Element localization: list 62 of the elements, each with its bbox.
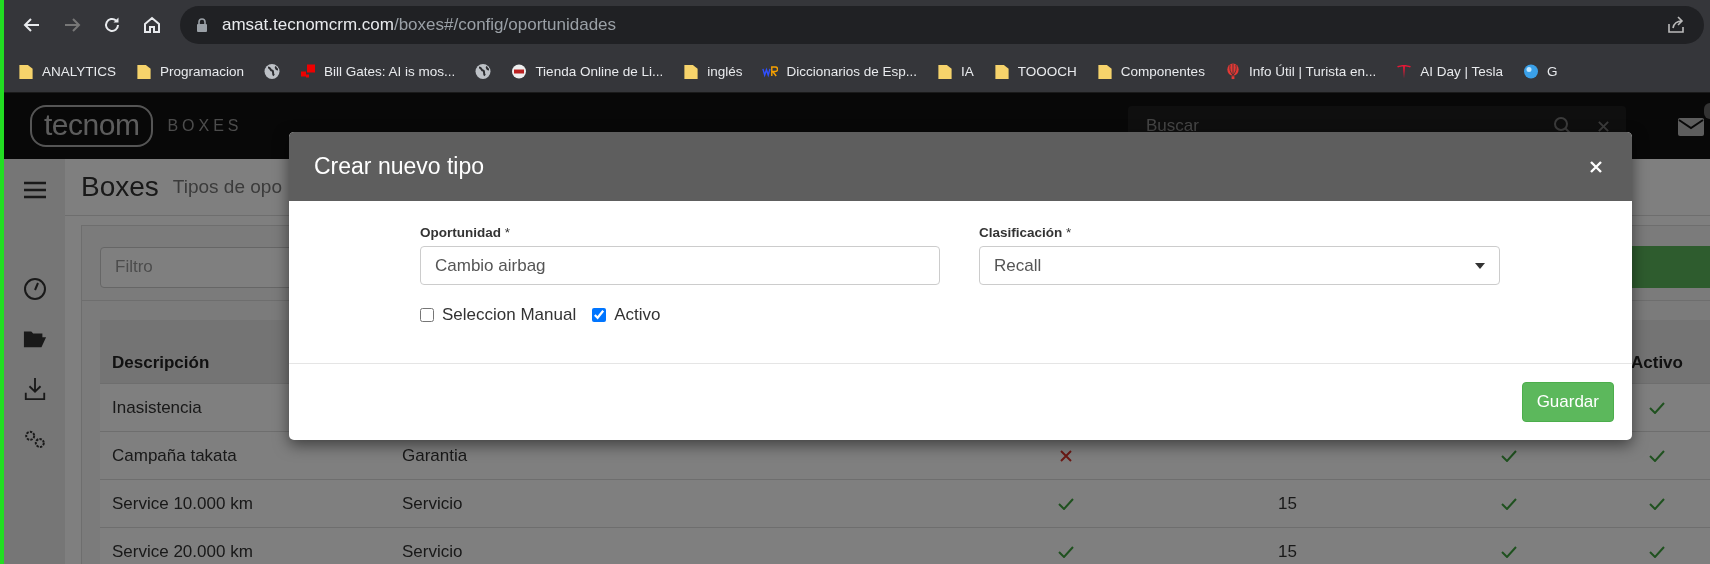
table-cell-text: Garantia [401, 445, 468, 466]
bookmark[interactable] [264, 62, 281, 80]
table-cell-text: Service 10.000 km [111, 493, 254, 514]
bookmark[interactable]: G [1523, 62, 1558, 80]
home-icon[interactable] [142, 15, 162, 35]
count-badge [1704, 103, 1710, 119]
bookmark[interactable]: Diccionarios de Esp... [762, 62, 918, 80]
table-cell-text: Servicio [401, 541, 463, 562]
checkbox-label: Seleccion Manual [442, 305, 577, 325]
page-subtitle: Tipos de opo [172, 176, 282, 198]
menu-icon[interactable] [23, 181, 46, 199]
mail-icon[interactable] [1678, 116, 1704, 136]
table-cell: 15 [1278, 493, 1297, 514]
dropdown[interactable]: Recall [979, 246, 1500, 285]
caret-icon [1475, 262, 1485, 269]
bookmark[interactable]: ANALYTICS [18, 62, 117, 80]
table-cell-text: Service 20.000 km [111, 541, 254, 562]
folder-icon [18, 62, 34, 80]
download-icon[interactable] [22, 377, 47, 401]
table-cell: 15 [1278, 541, 1297, 562]
gauge-icon[interactable] [22, 277, 47, 301]
share-icon[interactable] [1666, 15, 1686, 35]
bookmark[interactable]: Bill Gates: AI is mos... [300, 62, 456, 80]
bookmark[interactable]: Componentes [1096, 62, 1205, 80]
bookmark[interactable]: TOOOCH [993, 62, 1077, 80]
folder-icon [993, 62, 1010, 80]
text-field[interactable]: Cambio airbag [420, 246, 940, 285]
table-cell-text: Campaña takata [111, 445, 238, 466]
field-label: Clasificación* [979, 225, 1073, 240]
field-label: Oportunidad* [420, 225, 511, 240]
bookmark[interactable]: IA [937, 62, 974, 80]
folder-icon [136, 62, 153, 80]
close-icon[interactable] [1590, 160, 1602, 173]
bookmark[interactable]: Info Útil | Turista en... [1224, 62, 1377, 80]
bookmark[interactable]: inglés [683, 62, 743, 80]
bookmark[interactable]: Tienda Online de Li... [511, 62, 664, 80]
reload-icon[interactable] [102, 15, 122, 35]
orb-icon [1523, 62, 1539, 80]
checkbox-label: Activo [614, 305, 661, 325]
globe-icon [264, 62, 281, 80]
folder-icon [683, 62, 700, 80]
bookmark[interactable]: AI Day | Tesla [1396, 62, 1503, 80]
bookmark[interactable] [475, 62, 492, 80]
product-name: BOXES [167, 117, 243, 135]
column-header: Activo [1630, 353, 1684, 374]
lock-icon [196, 18, 208, 32]
table-cell-text: Inasistencia [111, 397, 203, 418]
round-logo-icon [511, 62, 528, 80]
page-title: Boxes [81, 171, 159, 203]
balloon-icon [1224, 62, 1241, 80]
dialog-title: Crear nuevo tipo [314, 153, 485, 180]
column-header: Descripción [111, 353, 211, 374]
globe-icon [475, 62, 492, 80]
bookmark[interactable]: Programacion [136, 62, 245, 80]
checkbox[interactable] [592, 308, 607, 322]
address-bar[interactable]: amsat.tecnomcrm.com/boxes#/config/oportunidades [180, 6, 1704, 44]
squares-icon [300, 62, 317, 80]
table-cell-text: Servicio [401, 493, 463, 514]
clear-icon[interactable] [1597, 119, 1610, 133]
folder-icon [1096, 62, 1113, 80]
checkbox[interactable] [420, 308, 434, 322]
folder-icon [937, 62, 954, 80]
